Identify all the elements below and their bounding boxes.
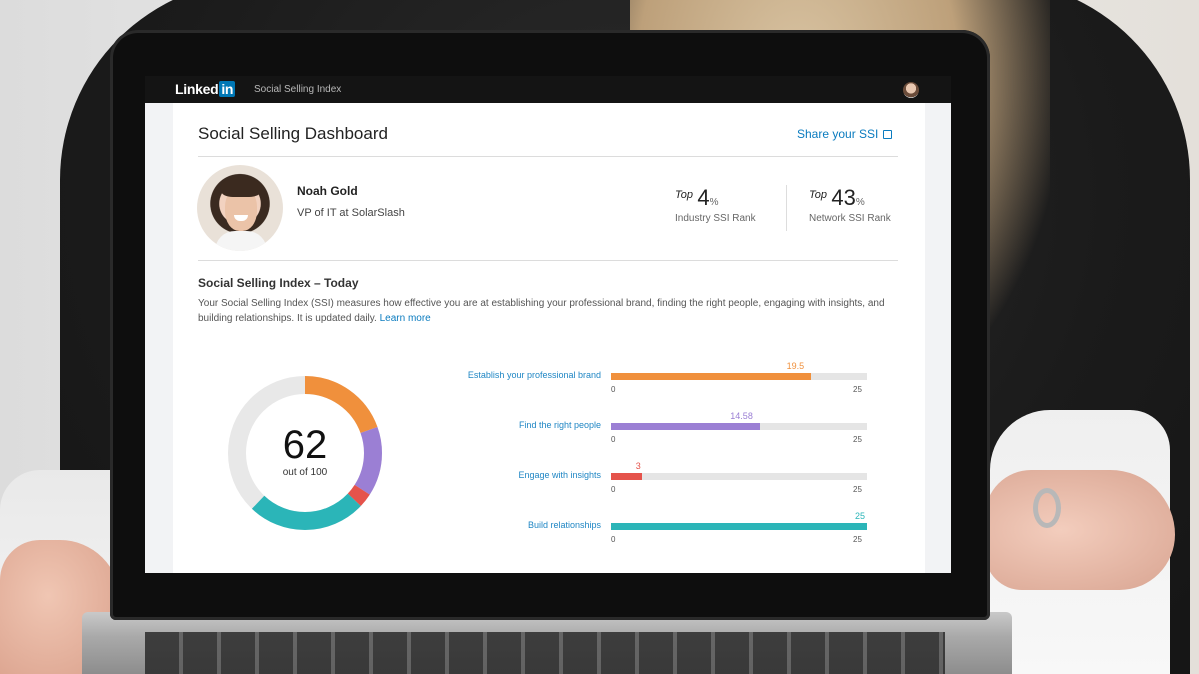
dashboard-card: Social Selling Dashboard Share your SSI … <box>173 103 925 573</box>
bar-axis-max-relationships: 25 <box>853 535 862 544</box>
share-label: Share your SSI <box>797 127 879 141</box>
user-avatar[interactable] <box>903 82 919 98</box>
bar-value-insights: 3 <box>635 461 641 471</box>
photo-hair <box>221 177 261 197</box>
bar-fill-insights <box>611 473 642 480</box>
rank-divider <box>786 185 787 231</box>
bar-axis-min-brand: 0 <box>611 385 616 394</box>
industry-rank: Top 4% Industry SSI Rank <box>675 185 756 224</box>
external-link-icon <box>883 130 893 139</box>
bar-track-people <box>611 423 867 430</box>
ssi-heading: Social Selling Index – Today <box>198 276 359 290</box>
profile-role: VP of IT at SolarSlash <box>297 207 405 219</box>
logo-in: in <box>219 81 236 97</box>
ssi-score: 62 <box>282 423 328 467</box>
bar-label-people[interactable]: Find the right people <box>431 420 601 430</box>
bar-axis-min-insights: 0 <box>611 485 616 494</box>
network-rank-value: 43 <box>831 185 856 210</box>
linkedin-logo[interactable]: Linked in <box>175 81 236 97</box>
network-rank-label: Network SSI Rank <box>809 213 891 224</box>
nav-page-title[interactable]: Social Selling Index <box>254 84 341 95</box>
industry-rank-value: 4 <box>697 185 710 210</box>
bar-fill-brand <box>611 373 811 380</box>
bar-track-insights <box>611 473 867 480</box>
industry-rank-label: Industry SSI Rank <box>675 213 756 224</box>
bar-fill-people <box>611 423 761 430</box>
bar-axis-min-people: 0 <box>611 435 616 444</box>
bar-axis-max-insights: 25 <box>853 485 862 494</box>
bar-value-brand: 19.5 <box>786 361 805 371</box>
bar-label-brand[interactable]: Establish your professional brand <box>431 370 601 380</box>
bar-axis-min-relationships: 0 <box>611 535 616 544</box>
right-hand <box>985 470 1175 590</box>
bar-fill-relationships <box>611 523 867 530</box>
ssi-score-sub: out of 100 <box>282 467 328 478</box>
bar-axis-max-people: 25 <box>853 435 862 444</box>
bar-value-relationships: 25 <box>855 511 866 521</box>
bar-track-brand <box>611 373 867 380</box>
divider <box>198 156 898 157</box>
bar-axis-max-brand: 25 <box>853 385 862 394</box>
bar-track-relationships <box>611 523 867 530</box>
industry-rank-unit: % <box>709 197 719 208</box>
profile-photo[interactable] <box>197 165 283 251</box>
ssi-description: Your Social Selling Index (SSI) measures… <box>198 296 898 326</box>
bar-label-relationships[interactable]: Build relationships <box>431 520 601 530</box>
photo-collar <box>215 231 267 251</box>
laptop-screen: Linked in Social Selling Index Social Sel… <box>145 76 951 573</box>
bar-label-insights[interactable]: Engage with insights <box>431 470 601 480</box>
ring <box>1033 488 1061 528</box>
industry-rank-prefix: Top <box>675 189 693 201</box>
network-rank-unit: % <box>855 197 865 208</box>
laptop-keyboard <box>145 632 945 674</box>
ssi-description-text: Your Social Selling Index (SSI) measures… <box>198 298 885 324</box>
network-rank: Top 43% Network SSI Rank <box>809 185 891 224</box>
divider <box>198 260 898 261</box>
bar-value-people: 14.58 <box>730 411 753 421</box>
top-nav-bar: Linked in Social Selling Index <box>145 76 951 103</box>
share-ssi-link[interactable]: Share your SSI <box>797 127 893 141</box>
profile-name: Noah Gold <box>297 184 358 198</box>
learn-more-link[interactable]: Learn more <box>380 313 431 324</box>
network-rank-prefix: Top <box>809 189 827 201</box>
logo-text: Linked <box>175 81 219 97</box>
page-title: Social Selling Dashboard <box>198 124 388 143</box>
